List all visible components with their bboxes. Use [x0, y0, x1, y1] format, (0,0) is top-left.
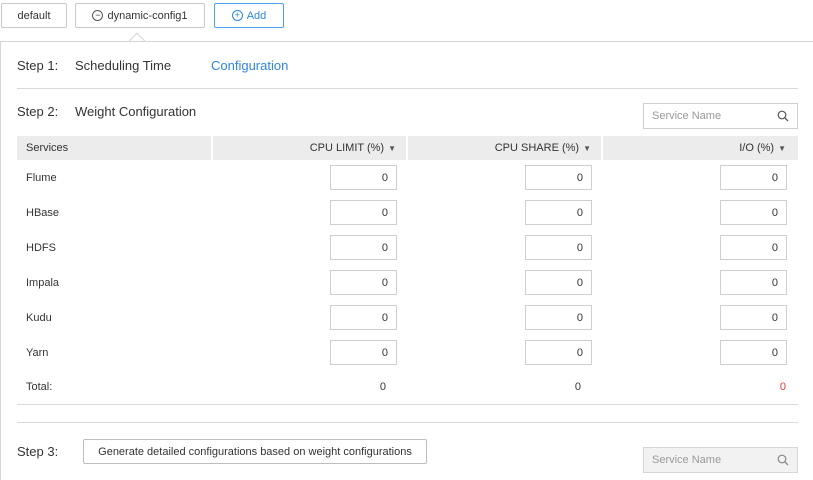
io-input[interactable] [720, 305, 787, 330]
tab-default-label: default [17, 9, 51, 22]
cpu-limit-input[interactable] [330, 165, 397, 190]
cpu-share-input[interactable] [525, 340, 592, 365]
configuration-link[interactable]: Configuration [211, 58, 288, 73]
step1-label: Step 1: [17, 58, 59, 73]
cpu-share-input[interactable] [525, 200, 592, 225]
service-name: Kudu [26, 311, 52, 324]
tab-default[interactable]: default [1, 3, 67, 28]
add-tab-label: Add [246, 9, 267, 22]
service-name: HBase [26, 206, 60, 219]
step3-label: Step 3: [17, 444, 59, 459]
table-row: Kudu [17, 300, 798, 335]
table-row: Yarn [17, 335, 798, 370]
cpu-limit-input[interactable] [330, 200, 397, 225]
header-cpu-limit-label: CPU LIMIT (%) [309, 142, 385, 154]
step2-label: Step 2: [17, 104, 59, 119]
io-input[interactable] [720, 270, 787, 295]
service-search-step3 [643, 447, 798, 473]
header-services-label: Services [26, 142, 69, 154]
generate-configurations-button[interactable]: Generate detailed configurations based o… [83, 439, 427, 464]
cpu-limit-input[interactable] [330, 305, 397, 330]
header-cpu-limit[interactable]: CPU LIMIT (%) ▼ [211, 136, 406, 160]
service-search [643, 103, 798, 129]
step1-title: Scheduling Time [75, 58, 172, 73]
total-label: Total: [26, 381, 53, 393]
tab-dynamic-config1-label: dynamic-config1 [107, 9, 188, 22]
service-name: Impala [26, 276, 60, 289]
header-io[interactable]: I/O (%) ▼ [601, 136, 796, 160]
header-cpu-share[interactable]: CPU SHARE (%) ▼ [406, 136, 601, 160]
caret-down-icon[interactable]: ▼ [388, 144, 396, 153]
search-icon[interactable] [777, 110, 789, 122]
divider [17, 422, 798, 423]
step2-title: Weight Configuration [75, 104, 197, 119]
table-row: Flume [17, 160, 798, 195]
cpu-limit-input[interactable] [330, 270, 397, 295]
table-header: Services CPU LIMIT (%) ▼ CPU SHARE (%) ▼… [17, 136, 798, 160]
search-icon[interactable] [777, 454, 789, 466]
table-row: Impala [17, 265, 798, 300]
service-name: Yarn [26, 346, 49, 359]
caret-down-icon[interactable]: ▼ [583, 144, 591, 153]
add-tab-button[interactable]: + Add [214, 3, 284, 28]
cpu-limit-input[interactable] [330, 235, 397, 260]
header-cpu-share-label: CPU SHARE (%) [494, 142, 580, 154]
minus-circle-icon[interactable]: − [92, 10, 104, 21]
total-io: 0 [779, 381, 786, 393]
weight-table: Services CPU LIMIT (%) ▼ CPU SHARE (%) ▼… [17, 136, 798, 405]
total-row: Total: 0 0 0 [17, 370, 798, 405]
service-search-input[interactable] [652, 110, 770, 122]
caret-down-icon[interactable]: ▼ [778, 144, 786, 153]
io-input[interactable] [720, 340, 787, 365]
cpu-limit-input[interactable] [330, 340, 397, 365]
divider [17, 88, 798, 89]
total-cpu-share: 0 [574, 381, 581, 393]
header-io-label: I/O (%) [739, 142, 775, 154]
cpu-share-input[interactable] [525, 270, 592, 295]
service-search-input-step3[interactable] [652, 454, 770, 466]
service-name: HDFS [26, 241, 56, 254]
service-name: Flume [26, 171, 57, 184]
table-row: HBase [17, 195, 798, 230]
tab-dynamic-config1[interactable]: − dynamic-config1 [75, 3, 205, 28]
cpu-share-input[interactable] [525, 235, 592, 260]
io-input[interactable] [720, 165, 787, 190]
cpu-share-input[interactable] [525, 165, 592, 190]
table-row: HDFS [17, 230, 798, 265]
io-input[interactable] [720, 235, 787, 260]
io-input[interactable] [720, 200, 787, 225]
plus-circle-icon: + [231, 10, 243, 21]
cpu-share-input[interactable] [525, 305, 592, 330]
total-cpu-limit: 0 [379, 381, 386, 393]
header-services: Services [17, 136, 211, 160]
